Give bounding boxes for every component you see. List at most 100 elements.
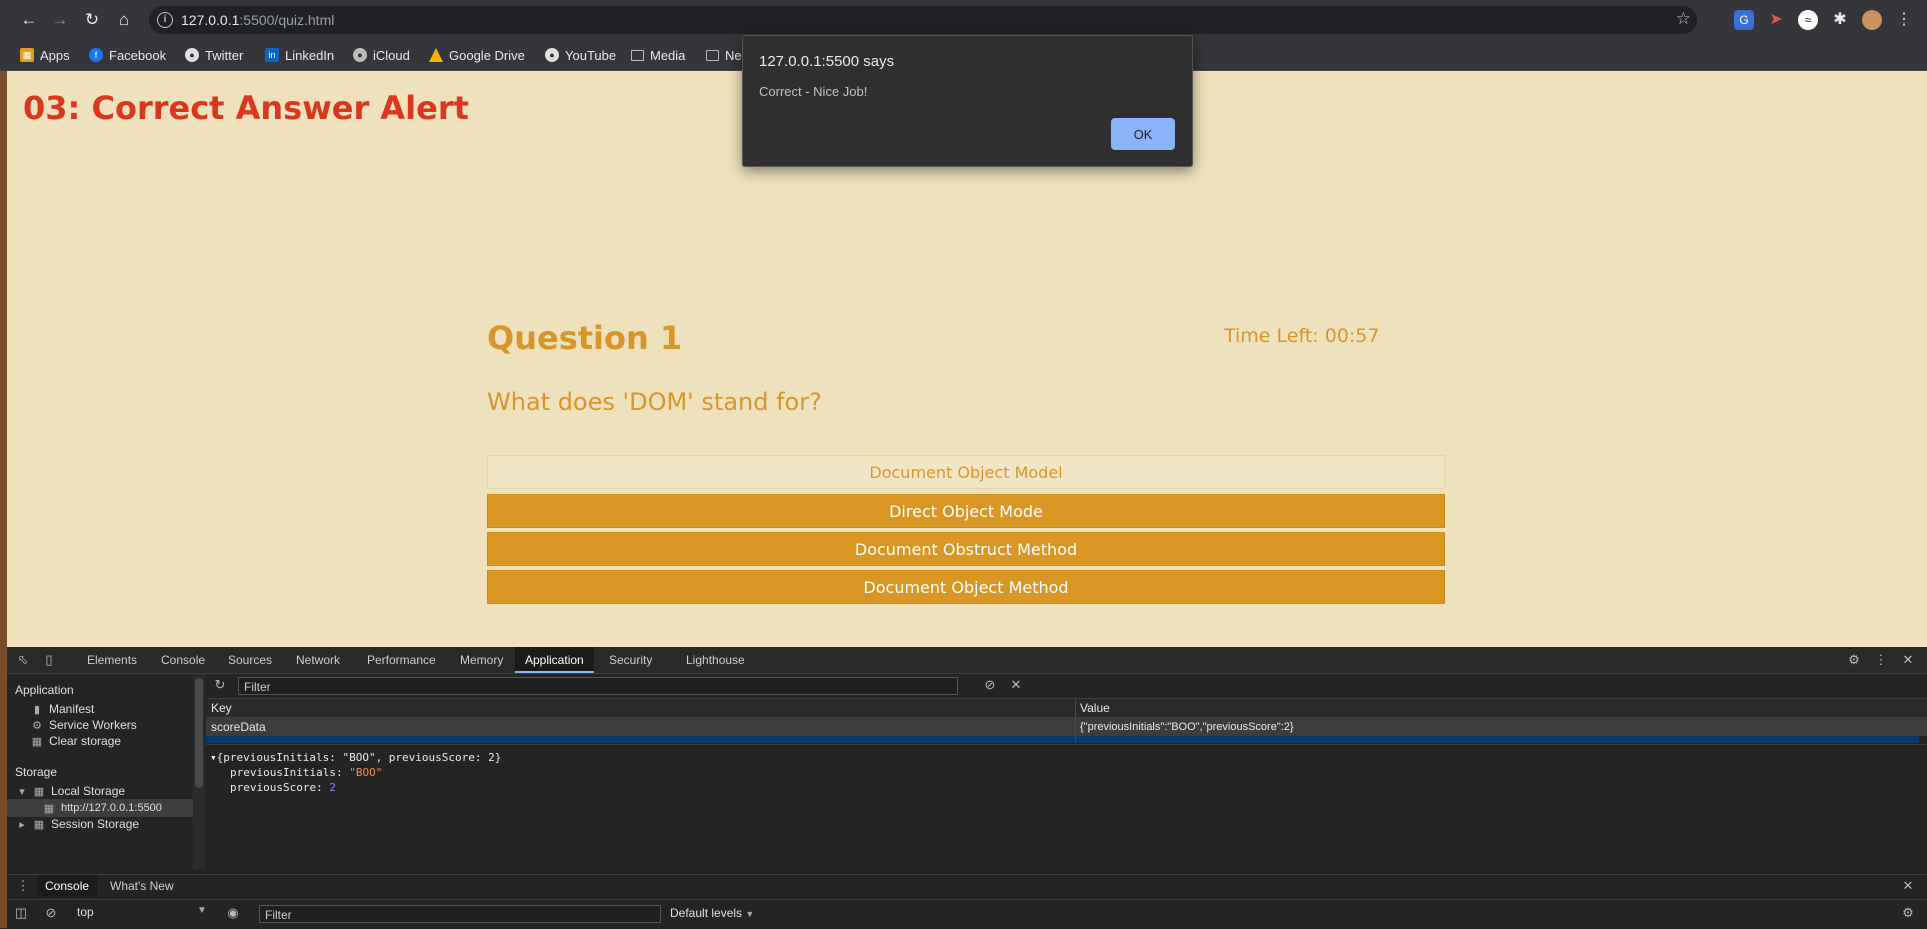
table-icon: ▦ [33, 785, 45, 798]
value-column-header[interactable]: Value [1075, 699, 1110, 717]
tab-lighthouse[interactable]: Lighthouse [676, 647, 755, 673]
linkedin-icon: in [265, 48, 279, 62]
tab-sources[interactable]: Sources [218, 647, 282, 673]
sidebar-heading-application: Application [15, 683, 74, 697]
extension-icon[interactable]: ➤ [1766, 10, 1786, 30]
answer-button-4[interactable]: Document Object Method [487, 570, 1445, 604]
context-select[interactable]: top [77, 905, 94, 919]
apps-grid-icon: ▦ [20, 48, 34, 62]
sidebar-item-clear-storage[interactable]: ▦ Clear storage [31, 734, 121, 748]
extension-circle-icon[interactable]: ≈ [1798, 10, 1818, 30]
sidebar-scrollbar[interactable] [193, 674, 205, 869]
reload-icon[interactable]: ↻ [82, 10, 102, 30]
bookmark-icloud[interactable]: ● iCloud [353, 46, 410, 64]
document-icon: ▮ [33, 703, 41, 716]
browser-toolbar: ← → ↻ ⌂ i 127.0.0.1:5500/quiz.html ☆ G ➤… [0, 0, 1927, 40]
drawer-tab-console[interactable]: Console [37, 875, 98, 897]
answer-button-2[interactable]: Direct Object Mode [487, 494, 1445, 528]
value-preview-pane: ▾{previousInitials: "BOO", previousScore… [206, 744, 1927, 870]
drawer-tab-whats-new[interactable]: What's New [102, 875, 182, 897]
extensions-puzzle-icon[interactable]: ✱ [1830, 10, 1850, 30]
table-row[interactable]: scoreData {"previousInitials":"BOO","pre… [206, 718, 1927, 736]
expand-triangle-icon: ▾ [210, 751, 217, 764]
column-divider[interactable] [1075, 699, 1076, 743]
application-sidebar: Application ▮ Manifest ⚙ Service Workers ▦… [7, 674, 194, 869]
profile-avatar[interactable] [1862, 10, 1882, 30]
bookmark-star-icon[interactable]: ☆ [1676, 9, 1691, 29]
preview-summary-line[interactable]: ▾{previousInitials: "BOO", previousScore… [210, 751, 501, 764]
bookmark-facebook[interactable]: f Facebook [89, 46, 166, 64]
inspect-element-icon[interactable]: ⬁ [15, 652, 31, 668]
sidebar-item-local-origin[interactable]: ▦ http://127.0.0.1:5500 [7, 799, 193, 817]
sidebar-item-local-storage[interactable]: ▾ ▦ Local Storage [17, 784, 125, 798]
tab-application[interactable]: Application [515, 647, 594, 673]
bookmark-linkedin[interactable]: in LinkedIn [265, 46, 334, 64]
devtools-menu-icon[interactable]: ⋮ [1873, 652, 1889, 668]
sidebar-item-manifest[interactable]: ▮ Manifest [31, 702, 94, 716]
selected-empty-row[interactable] [206, 736, 1919, 743]
translate-extension-icon[interactable]: G [1734, 10, 1754, 30]
chevron-down-icon[interactable]: ▼ [197, 905, 207, 916]
console-toolbar: ◫ ⊘ top ▼ ◉ Filter Default levels ▼ ⚙ [7, 899, 1927, 928]
forward-icon[interactable]: → [50, 10, 70, 30]
answer-button-3[interactable]: Document Obstruct Method [487, 532, 1445, 566]
bookmark-folder-other[interactable]: Ne [706, 46, 742, 64]
table-icon: ▦ [43, 802, 55, 815]
clear-console-icon[interactable]: ⊘ [43, 905, 59, 921]
address-bar[interactable]: i 127.0.0.1:5500/quiz.html ☆ [149, 6, 1697, 34]
sidebar-item-session-storage[interactable]: ▸ ▦ Session Storage [17, 817, 139, 831]
console-filter-input[interactable]: Filter [259, 905, 661, 923]
browser-menu-icon[interactable]: ⋮ [1894, 10, 1914, 30]
home-icon[interactable]: ⌂ [114, 10, 134, 30]
folder-icon [706, 49, 719, 61]
alert-ok-button[interactable]: OK [1111, 118, 1175, 150]
preview-initials-key: previousInitials: [230, 766, 350, 779]
close-devtools-icon[interactable]: ✕ [1900, 652, 1916, 668]
bookmark-facebook-label: Facebook [109, 47, 167, 63]
bookmark-apps[interactable]: ▦ Apps [20, 46, 70, 64]
bookmark-linkedin-label: LinkedIn [285, 47, 335, 63]
settings-gear-icon[interactable]: ⚙ [1846, 652, 1862, 668]
url-text[interactable]: 127.0.0.1:5500/quiz.html [181, 12, 334, 28]
storage-filter-input[interactable]: Filter [238, 677, 958, 695]
gear-icon: ⚙ [32, 719, 42, 732]
tab-network[interactable]: Network [286, 647, 350, 673]
sidebar-item-local-storage-label: Local Storage [51, 784, 126, 798]
question-text: What does 'DOM' stand for? [487, 388, 822, 416]
delete-selected-icon[interactable]: ✕ [1008, 677, 1024, 693]
console-settings-icon[interactable]: ⚙ [1900, 905, 1916, 921]
tab-elements[interactable]: Elements [77, 647, 147, 673]
scrollbar-thumb[interactable] [195, 678, 203, 788]
tab-security[interactable]: Security [599, 647, 662, 673]
back-icon[interactable]: ← [19, 10, 39, 30]
clear-all-icon[interactable]: ⊘ [982, 677, 998, 693]
sidebar-item-service-workers[interactable]: ⚙ Service Workers [31, 718, 137, 732]
preview-initials-value: "BOO" [349, 766, 383, 779]
refresh-icon[interactable]: ↻ [212, 677, 228, 693]
log-levels-dropdown[interactable]: Default levels ▼ [670, 906, 754, 920]
bookmark-folder-media[interactable]: Media [631, 46, 685, 64]
bookmark-icloud-label: iCloud [373, 47, 410, 63]
drawer-menu-icon[interactable]: ⋮ [15, 878, 31, 894]
answer-button-1[interactable]: Document Object Model [487, 455, 1445, 489]
tab-memory[interactable]: Memory [450, 647, 513, 673]
close-drawer-icon[interactable]: ✕ [1900, 878, 1916, 894]
bookmark-youtube[interactable]: ● YouTube [545, 46, 616, 64]
eye-icon[interactable]: ◉ [225, 905, 241, 921]
row-value-cell[interactable]: {"previousInitials":"BOO","previousScore… [1075, 718, 1294, 736]
tab-console[interactable]: Console [151, 647, 215, 673]
time-left: Time Left: 00:57 [1224, 325, 1380, 347]
device-toolbar-icon[interactable]: ▯ [41, 652, 57, 668]
chevron-down-icon: ▼ [745, 909, 755, 919]
row-key-cell[interactable]: scoreData [206, 718, 266, 736]
sidebar-toggle-icon[interactable]: ◫ [13, 905, 29, 921]
bookmark-google-drive[interactable]: Google Drive [429, 46, 525, 64]
storage-grid-header: Key Value [206, 699, 1927, 718]
tab-performance[interactable]: Performance [357, 647, 446, 673]
key-column-header[interactable]: Key [206, 699, 232, 717]
site-info-icon[interactable]: i [157, 12, 173, 28]
globe-icon: ● [545, 48, 559, 62]
preview-initials-line: previousInitials: "BOO" [230, 766, 382, 779]
question-title: Question 1 [487, 319, 683, 357]
bookmark-twitter[interactable]: ● Twitter [185, 46, 243, 64]
